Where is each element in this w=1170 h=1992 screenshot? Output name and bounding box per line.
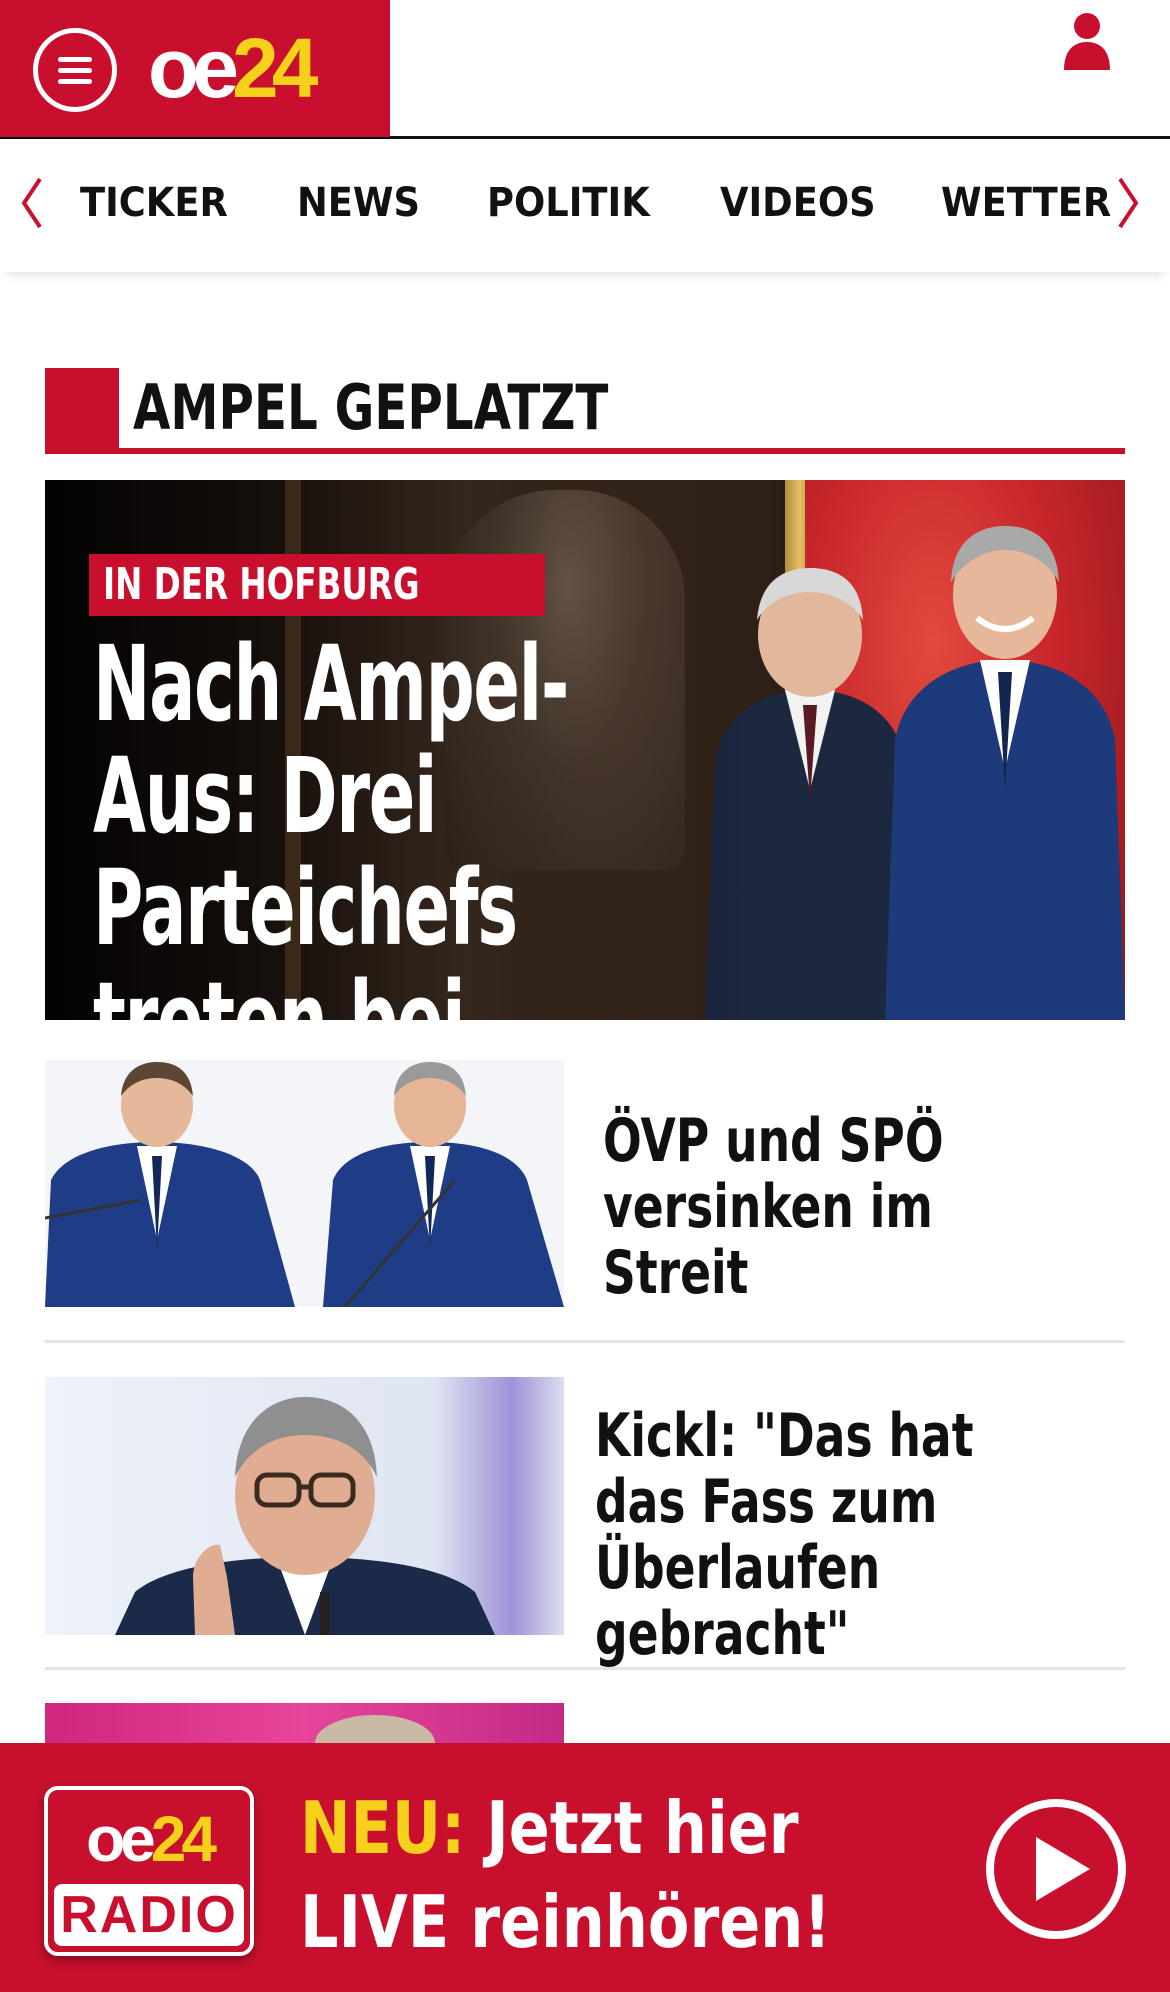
promo-line-2: LIVE reinhören! xyxy=(300,1880,831,1964)
article-teaser[interactable]: ÖVP und SPÖ versinken im Streit xyxy=(45,1060,1125,1307)
section-title[interactable]: AMPEL GEPLATZT xyxy=(133,368,608,448)
article-divider xyxy=(45,1667,1125,1670)
logo-accent: 24 xyxy=(232,21,318,115)
article-thumbnail xyxy=(45,1060,564,1307)
article-headline[interactable]: Kickl: "Das hat das Fass zum Überlaufen … xyxy=(595,1403,1036,1667)
play-button[interactable] xyxy=(986,1799,1126,1939)
section-marker xyxy=(45,368,119,448)
site-logo[interactable]: oe24 xyxy=(148,21,319,115)
radio-logo-accent: 24 xyxy=(150,1803,217,1875)
nav-item-wetter[interactable]: WETTER xyxy=(941,177,1111,229)
radio-promo-banner[interactable]: oe24 RADIO NEU: Jetzt hier LIVE reinhöre… xyxy=(0,1743,1170,1992)
article-divider xyxy=(45,1340,1125,1343)
article-teaser[interactable]: Kickl: "Das hat das Fass zum Überlaufen … xyxy=(45,1377,1125,1667)
section-heading: AMPEL GEPLATZT xyxy=(45,368,1125,454)
nav-item-videos[interactable]: VIDEOS xyxy=(720,177,876,229)
site-header: oe24 xyxy=(0,0,1170,139)
article-image-kickl xyxy=(45,1377,564,1635)
hero-kicker-label: IN DER HOFBURG xyxy=(103,559,420,610)
nav-item-news[interactable]: NEWS xyxy=(297,177,420,229)
hero-kicker: IN DER HOFBURG xyxy=(89,554,545,616)
radio-promo-text[interactable]: NEU: Jetzt hier LIVE reinhören! xyxy=(300,1781,831,1969)
nav-item-ticker[interactable]: TICKER xyxy=(80,177,228,229)
menu-icon[interactable] xyxy=(33,28,117,112)
radio-logo-main: oe xyxy=(86,1803,156,1875)
promo-line-1: Jetzt hier xyxy=(486,1786,799,1870)
play-icon xyxy=(1036,1837,1090,1901)
main-nav: TICKER NEWS POLITIK VIDEOS WETTER xyxy=(0,139,1170,272)
radio-logo-tag: RADIO xyxy=(60,1886,238,1944)
chevron-right-icon[interactable] xyxy=(1114,173,1144,233)
chevron-left-icon[interactable] xyxy=(16,173,46,233)
article-thumbnail xyxy=(45,1377,564,1635)
hero-headline[interactable]: Nach Ampel-Aus: Drei Parteichefs treten … xyxy=(93,628,595,1020)
user-icon[interactable] xyxy=(1062,12,1112,70)
radio-logo[interactable]: oe24 RADIO xyxy=(44,1786,254,1956)
logo-main: oe xyxy=(148,21,239,115)
article-headline[interactable]: ÖVP und SPÖ versinken im Streit xyxy=(603,1108,1089,1306)
section-rule xyxy=(45,448,1125,454)
article-thumbnail xyxy=(45,1703,564,1743)
promo-highlight: NEU: xyxy=(300,1786,466,1870)
article-image-politicians xyxy=(45,1060,564,1307)
nav-item-politik[interactable]: POLITIK xyxy=(487,177,650,229)
article-teaser[interactable] xyxy=(45,1703,1125,1743)
brand-bar: oe24 xyxy=(0,0,390,137)
hero-teaser[interactable]: IN DER HOFBURG Nach Ampel-Aus: Drei Part… xyxy=(45,480,1125,1020)
